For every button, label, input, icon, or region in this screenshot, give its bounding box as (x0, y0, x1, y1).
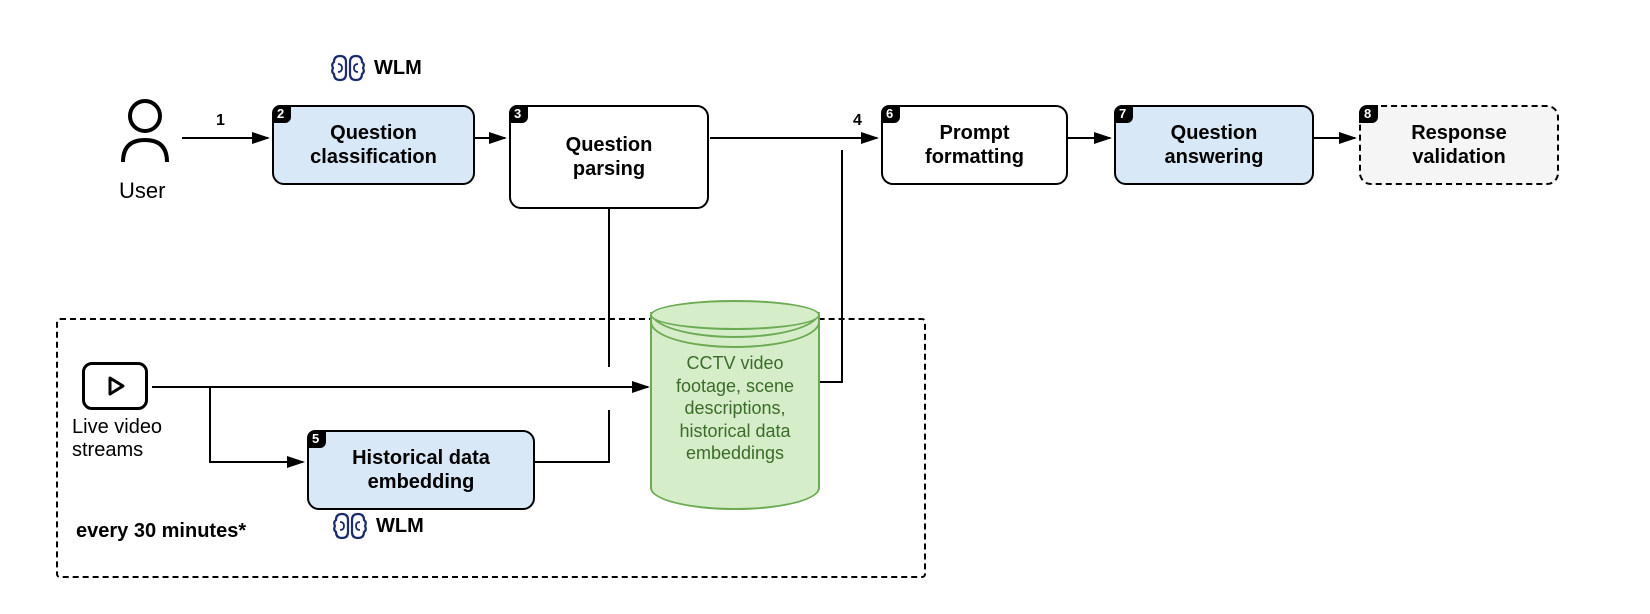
user-label: User (119, 178, 165, 204)
badge-5: 5 (307, 430, 326, 448)
video-label: Live video streams (72, 416, 162, 462)
box-6-label: Prompt formatting (925, 122, 1024, 168)
db-label: CCTV video footage, scene descriptions, … (658, 352, 812, 465)
video-icon (82, 362, 148, 410)
wlm-top: WLM (330, 52, 422, 84)
box-question-classification: 2 Question classification (272, 105, 475, 185)
box-question-parsing: 3 Question parsing (509, 105, 709, 209)
badge-6: 6 (881, 105, 900, 123)
database: CCTV video footage, scene descriptions, … (650, 300, 820, 510)
box-3-label: Question parsing (566, 134, 653, 180)
box-8-label: Response validation (1411, 122, 1507, 168)
wlm-bottom: WLM (332, 510, 424, 542)
badge-3: 3 (509, 105, 528, 123)
box-2-label: Question classification (310, 122, 437, 168)
badge-2: 2 (272, 105, 291, 123)
wlm-top-label: WLM (374, 57, 422, 80)
step-1-label: 1 (216, 112, 225, 130)
badge-7: 7 (1114, 105, 1133, 123)
frequency-label: every 30 minutes* (76, 520, 246, 543)
box-historical-data-embedding: 5 Historical data embedding (307, 430, 535, 510)
brain-icon (332, 510, 368, 542)
box-7-label: Question answering (1165, 122, 1264, 168)
step-4-label: 4 (853, 112, 862, 130)
badge-8: 8 (1359, 105, 1378, 123)
box-prompt-formatting: 6 Prompt formatting (881, 105, 1068, 185)
user-icon (115, 98, 175, 168)
box-question-answering: 7 Question answering (1114, 105, 1314, 185)
pipeline-diagram: User 1 WLM 2 Question classification 3 Q… (20, 20, 1630, 574)
box-5-label: Historical data embedding (352, 447, 490, 493)
brain-icon (330, 52, 366, 84)
box-response-validation: 8 Response validation (1359, 105, 1559, 185)
wlm-bottom-label: WLM (376, 515, 424, 538)
